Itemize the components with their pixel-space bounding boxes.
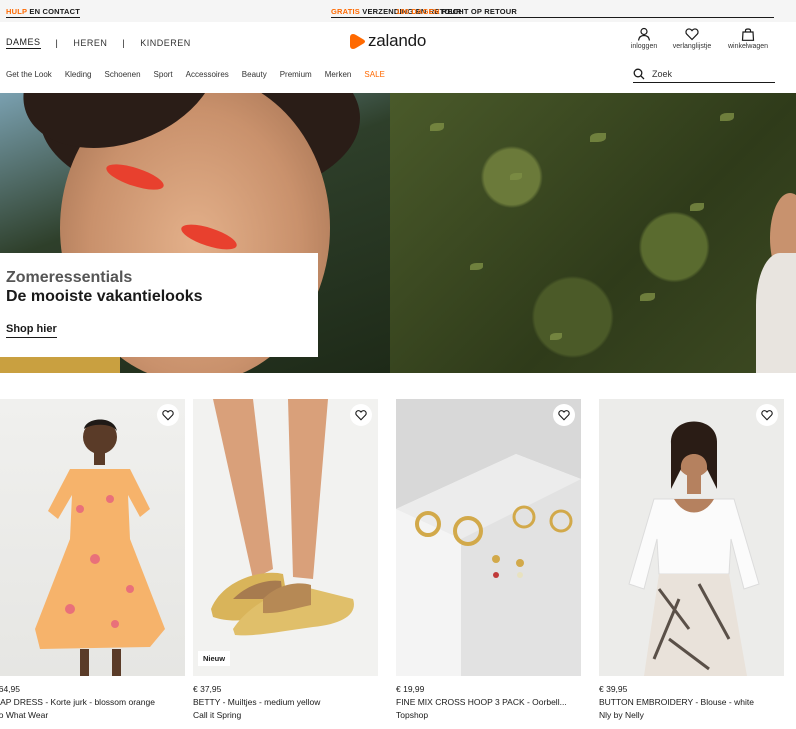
mules-image	[211, 399, 354, 636]
product-name: FINE MIX CROSS HOOP 3 PACK - Oorbell...	[396, 697, 567, 707]
wishlist-button[interactable]: verlanglijstje	[664, 27, 720, 50]
hero-banner[interactable]: Zomeressentials De mooiste vakantielooks…	[0, 93, 796, 373]
user-icon	[637, 27, 651, 41]
category-sale[interactable]: SALE	[364, 70, 384, 79]
logo-wordmark: zalando	[368, 31, 427, 50]
cart-button[interactable]: winkelwagen	[720, 27, 776, 50]
zalando-logo-mark-icon	[350, 33, 365, 49]
category-sport[interactable]: Sport	[154, 70, 173, 79]
return-policy-link[interactable]: 100 DAGEN RECHT OP RETOUR	[396, 7, 774, 18]
zalando-logo[interactable]: zalando	[350, 31, 426, 51]
product-brand: ho What Wear	[0, 710, 49, 720]
category-premium[interactable]: Premium	[280, 70, 312, 79]
category-schoenen[interactable]: Schoenen	[105, 70, 141, 79]
nav-separator: |	[55, 38, 59, 48]
top-utility-bar: HULP EN CONTACT GRATIS VERZENDING EN RET…	[0, 0, 796, 22]
product-price: 164,95	[0, 684, 20, 694]
gender-tab-kinderen[interactable]: KINDEREN	[140, 38, 191, 48]
wishlist-toggle[interactable]	[756, 404, 778, 426]
heart-icon	[558, 410, 570, 421]
new-badge: Nieuw	[198, 651, 231, 666]
gender-nav: DAMES | HEREN | KINDEREN	[6, 37, 191, 49]
product-brand: Topshop	[396, 710, 429, 720]
shop-here-link[interactable]: Shop hier	[6, 323, 57, 338]
dress-model-image	[35, 419, 165, 676]
hero-subtitle: De mooiste vakantielooks	[6, 288, 203, 305]
hero-title: Zomeressentials	[6, 269, 133, 286]
product-price: € 37,95	[193, 684, 222, 694]
gender-tab-heren[interactable]: HEREN	[73, 38, 107, 48]
product-image[interactable]	[0, 399, 185, 676]
category-get-the-look[interactable]: Get the Look	[6, 70, 52, 79]
category-beauty[interactable]: Beauty	[242, 70, 267, 79]
product-card[interactable]: Nieuw € 37,95 BETTY - Muiltjes - medium …	[193, 399, 378, 720]
category-accessoires[interactable]: Accessoires	[186, 70, 229, 79]
category-merken[interactable]: Merken	[325, 70, 352, 79]
account-actions: inloggen verlanglijstje winkelwagen	[624, 27, 776, 50]
product-name: BETTY - Muiltjes - medium yellow	[193, 697, 321, 707]
product-price: € 19,99	[396, 684, 425, 694]
wishlist-toggle[interactable]	[350, 404, 372, 426]
product-card[interactable]: € 19,99 FINE MIX CROSS HOOP 3 PACK - Oor…	[396, 399, 581, 720]
product-price: € 39,95	[599, 684, 628, 694]
blouse-model-image	[628, 421, 760, 676]
wishlist-label: verlanglijstje	[672, 43, 712, 50]
login-label: inloggen	[630, 43, 658, 50]
search-icon	[633, 68, 645, 79]
product-brand: Nly by Nelly	[599, 710, 644, 720]
category-kleding[interactable]: Kleding	[65, 70, 92, 79]
wishlist-toggle[interactable]	[157, 404, 179, 426]
wishlist-toggle[interactable]	[553, 404, 575, 426]
search-input[interactable]: Zoek	[633, 65, 775, 83]
gender-tab-dames[interactable]: DAMES	[6, 37, 41, 49]
cart-label: winkelwagen	[727, 43, 769, 50]
product-card[interactable]: 164,95 RAP DRESS - Korte jurk - blossom …	[0, 399, 185, 720]
product-name: BUTTON EMBROIDERY - Blouse - white	[599, 697, 754, 707]
product-brand: Call it Spring	[193, 710, 242, 720]
hero-foliage-image	[390, 93, 796, 373]
heart-icon	[685, 28, 699, 41]
product-image[interactable]	[599, 399, 784, 676]
help-contact-link[interactable]: HULP EN CONTACT	[6, 7, 80, 18]
earrings-image	[396, 454, 581, 676]
login-button[interactable]: inloggen	[624, 27, 664, 50]
hero-promo-card: Zomeressentials De mooiste vakantielooks…	[0, 253, 318, 357]
product-image[interactable]: Nieuw	[193, 399, 378, 676]
nav-separator: |	[122, 38, 126, 48]
product-card[interactable]: € 39,95 BUTTON EMBROIDERY - Blouse - whi…	[599, 399, 784, 720]
heart-icon	[761, 410, 773, 421]
category-nav: Get the Look Kleding Schoenen Sport Acce…	[6, 70, 398, 79]
shopping-bag-icon	[741, 28, 755, 41]
heart-icon	[162, 410, 174, 421]
search-placeholder: Zoek	[652, 68, 673, 79]
product-name: RAP DRESS - Korte jurk - blossom orange	[0, 697, 155, 707]
heart-icon	[355, 410, 367, 421]
product-image[interactable]	[396, 399, 581, 676]
